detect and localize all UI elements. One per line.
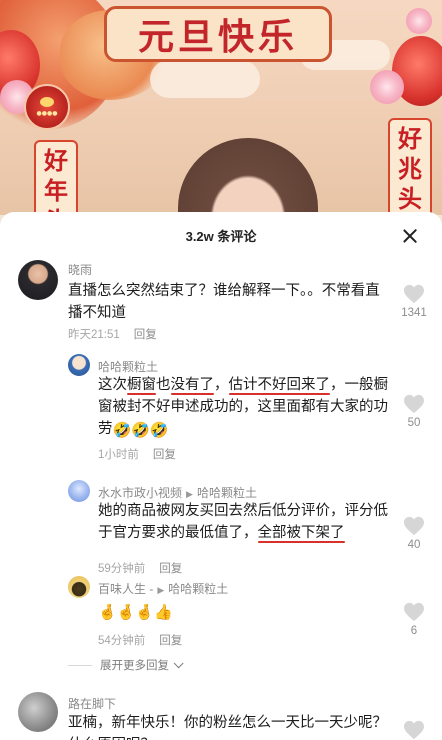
like-button[interactable]: 1341	[394, 284, 434, 319]
like-count: 6	[410, 625, 418, 637]
new-year-title: 元旦快乐	[104, 6, 332, 62]
comment-sheet-header: 3.2w 条评论	[0, 212, 442, 258]
comment-time: 1小时前	[98, 449, 139, 461]
heart-icon	[404, 394, 424, 414]
left-vertical-banner: 好 年 头	[34, 140, 78, 215]
comment-username: 百味人生 - ▶ 哈哈颗粒土	[98, 580, 228, 597]
heart-icon	[404, 284, 424, 304]
expand-more-replies[interactable]: 展开更多回复	[68, 657, 184, 673]
comment-text: 亚楠，新年快乐！你的粉丝怎么一天比一天少呢？什么原因呢？	[68, 715, 387, 740]
avatar[interactable]	[18, 692, 58, 732]
heart-icon	[404, 516, 424, 536]
close-icon[interactable]	[400, 226, 420, 246]
divider	[68, 664, 92, 666]
reply-arrow-icon: ▶	[157, 585, 165, 595]
avatar[interactable]	[18, 260, 58, 300]
comment-time: 59分钟前	[98, 563, 146, 575]
like-count: 1341	[401, 307, 427, 319]
comment-meta: 昨天21:51 回复	[68, 326, 157, 342]
comment-text: 她的商品被网友买回去然后低分评价，评分低于官方要求的最低值了，全部被下架了	[98, 503, 388, 541]
reply-button[interactable]: 回复	[134, 329, 157, 341]
comment-time: 昨天21:51	[68, 329, 120, 341]
like-count: 50	[407, 417, 421, 429]
comment-meta: 54分钟前 回复	[98, 632, 182, 648]
comment-meta: 59分钟前 回复	[98, 560, 182, 576]
avatar[interactable]	[68, 480, 90, 502]
like-button[interactable]: 6	[394, 602, 434, 637]
reply-button[interactable]: 回复	[153, 449, 176, 461]
like-button[interactable]: 40	[394, 516, 434, 551]
comment-text: 这次橱窗也没有了，估计不好回来了，一般橱窗被封不好申述成功的，这里面都有大家的功…	[98, 377, 388, 439]
reply-username[interactable]: 水水市政小视频	[98, 486, 182, 500]
streamer-avatar[interactable]: ●●●●	[24, 84, 70, 130]
live-video-area[interactable]: 元旦快乐 好 年 头 好 兆 头 ●●●●	[0, 0, 442, 215]
reply-target-username[interactable]: 哈哈颗粒土	[168, 582, 228, 596]
reply-button[interactable]: 回复	[159, 563, 182, 575]
like-button[interactable]: 50	[394, 394, 434, 429]
reply-target-username[interactable]: 哈哈颗粒土	[197, 486, 257, 500]
comment-text: 直播怎么突然结束了？谁给解释一下。。不常看直播不知道	[68, 283, 380, 321]
comment-username[interactable]: 哈哈颗粒土	[98, 358, 158, 375]
comment-username: 水水市政小视频 ▶ 哈哈颗粒土	[98, 484, 257, 501]
comment-time: 54分钟前	[98, 635, 146, 647]
comment-username[interactable]: 路在脚下	[68, 695, 116, 712]
chevron-down-icon	[173, 657, 184, 668]
laughing-emoji: 🤣🤣🤣	[112, 421, 169, 439]
like-count: 40	[407, 539, 421, 551]
avatar[interactable]	[68, 354, 90, 376]
heart-icon	[404, 720, 424, 740]
fingers-crossed-emoji: 🤞🤞🤞👍	[98, 603, 173, 621]
comment-meta: 1小时前 回复	[98, 446, 176, 462]
streamer-video	[178, 138, 318, 215]
avatar[interactable]	[68, 576, 90, 598]
flower-decoration	[370, 70, 404, 104]
cloud-decoration	[150, 60, 260, 98]
comment-text: 🤞🤞🤞👍	[98, 600, 298, 622]
comment-count: 3.2w 条评论	[185, 228, 257, 244]
reply-button[interactable]: 回复	[159, 635, 182, 647]
reply-username[interactable]: 百味人生 -	[98, 582, 153, 596]
flower-decoration	[406, 8, 432, 34]
comment-username[interactable]: 晓雨	[68, 261, 92, 278]
reply-arrow-icon: ▶	[186, 489, 193, 499]
right-vertical-banner: 好 兆 头	[388, 118, 432, 215]
heart-icon	[404, 602, 424, 622]
comment-sheet: 3.2w 条评论 晓雨 直播怎么突然结束了？谁给解释一下。。不常看直播不知道 昨…	[0, 212, 442, 740]
like-button[interactable]	[394, 720, 434, 740]
